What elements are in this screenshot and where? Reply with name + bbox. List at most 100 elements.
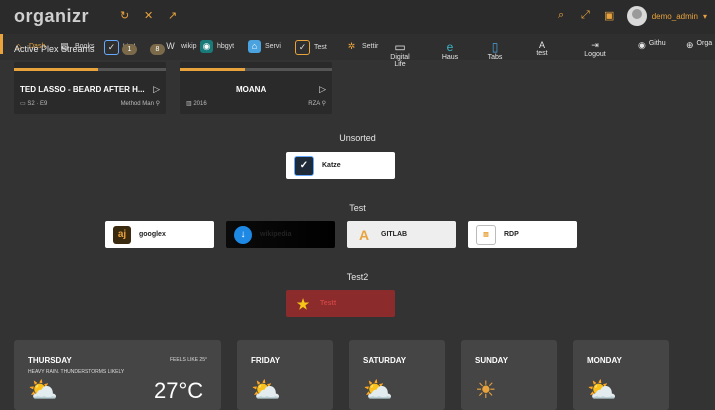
weather-day: MONDAY — [587, 356, 622, 365]
open-new-icon[interactable]: ↗ — [168, 9, 177, 22]
count-badge: 8 — [150, 44, 165, 55]
globe-icon: ⊕ — [686, 40, 694, 50]
tile-testt[interactable]: ★ Testt — [286, 290, 395, 317]
nav-label: Tabs — [487, 54, 503, 61]
vpn-icon: ✓ — [104, 40, 119, 55]
nav-label: test — [536, 50, 548, 57]
nav-tabs[interactable]: ▯ Tabs — [485, 40, 505, 61]
tile-wikipedia[interactable]: ↓ wikipedia — [226, 221, 335, 248]
nav-label: Digital Life — [390, 54, 410, 68]
tab-servi[interactable]: ⌂ Servi — [248, 40, 281, 53]
logout-icon: ⇥ — [591, 40, 599, 50]
nav-orga[interactable]: ⊕ Orga — [686, 40, 715, 51]
tab-label: Test — [314, 44, 327, 51]
tile-label: RDP — [504, 231, 519, 238]
edge-icon: e — [446, 40, 454, 54]
tab-wikip[interactable]: Wwikip — [164, 40, 196, 53]
tab-label: Settir — [362, 43, 379, 50]
stream-title: MOANA — [236, 85, 267, 94]
stream-card[interactable]: TED LASSO - BEARD AFTER H... ▷ ▭ S2 · E9… — [14, 62, 166, 114]
aj-icon: aj — [113, 225, 131, 244]
tab-test[interactable]: ✓ Test — [295, 40, 327, 55]
weather-forecast-day: SATURDAY ⛅ — [349, 340, 445, 410]
weather-day: THURSDAY — [28, 356, 72, 365]
nav-github[interactable]: ◉ Githu — [638, 40, 674, 51]
stream-title: TED LASSO - BEARD AFTER H... — [20, 85, 145, 94]
tile-googlex[interactable]: aj googlex — [105, 221, 214, 248]
tab-label: hbgyt — [217, 43, 235, 50]
tab-label: Servi — [265, 43, 281, 50]
tile-rdp[interactable]: ▨ RDP — [468, 221, 577, 248]
user-menu[interactable]: demo_admin ▾ — [626, 6, 707, 26]
chevron-down-icon: ▾ — [702, 11, 707, 21]
fullscreen-icon[interactable]: ⤢ — [581, 9, 590, 22]
active-tab-indicator — [0, 34, 3, 54]
nav-label: Haus — [441, 54, 459, 61]
group-title: Test — [349, 203, 366, 213]
cloud-sun-icon: ⛅ — [251, 377, 281, 404]
weather-day: FRIDAY — [251, 356, 281, 365]
stream-episode: S2 · E9 — [27, 101, 48, 107]
tile-label: wikipedia — [260, 231, 292, 238]
weather-desc: HEAVY RAIN. THUNDERSTORMS LIKELY — [28, 369, 125, 375]
robot-icon: ◉ — [200, 40, 213, 53]
cloud-sun-icon: ⛅ — [363, 377, 393, 404]
cloud-sun-icon: ⛅ — [587, 377, 617, 404]
gear-icon: ✲ — [347, 41, 356, 51]
nav-label: Logout — [584, 51, 606, 58]
tile-katze[interactable]: ✓ Katze — [286, 152, 395, 179]
letter-a-icon: A — [538, 40, 545, 50]
progress-bar — [180, 68, 246, 71]
play-icon[interactable]: ▷ — [153, 84, 160, 95]
refresh-icon[interactable]: ↻ — [120, 9, 129, 22]
group-title: Unsorted — [339, 133, 376, 143]
weather-forecast-day: MONDAY ⛅ — [573, 340, 669, 410]
top-bar: organizr ↻ ✕ ↗ ⌕ ⤢ ▣ demo_admin ▾ — [0, 0, 715, 34]
weather-forecast-day: SUNDAY ☀ — [461, 340, 557, 410]
username: demo_admin — [651, 11, 698, 21]
vpn-icon: ✓ — [295, 40, 310, 55]
play-icon[interactable]: ▷ — [319, 84, 326, 95]
tab-hbgyt[interactable]: ◉ hbgyt — [200, 40, 234, 53]
letter-a-icon: A — [358, 226, 370, 243]
app-logo[interactable]: organizr — [14, 6, 89, 27]
tile-label: googlex — [139, 231, 166, 238]
tab-settings[interactable]: ✲ Settir — [345, 40, 379, 53]
nav-digital-life[interactable]: ▭ Digital Life — [388, 40, 412, 68]
nav-logout[interactable]: ⇥ Logout — [580, 40, 610, 58]
search-icon[interactable]: ⌕ — [558, 9, 564, 22]
stream-user-name: RZA — [308, 101, 320, 107]
close-icon[interactable]: ✕ — [144, 9, 153, 22]
avatar — [626, 6, 647, 26]
tile-label: Testt — [320, 300, 337, 307]
weather-today: THURSDAY FEELS LIKE 25° HEAVY RAIN. THUN… — [14, 340, 221, 410]
weather-day: SATURDAY — [363, 356, 407, 365]
broken-image-icon: ▨ — [476, 224, 496, 245]
feels-like: FEELS LIKE 25° — [169, 357, 207, 363]
weather-day: SUNDAY — [475, 356, 509, 365]
stream-sub: ▭ S2 · E9 — [20, 100, 47, 107]
stream-user: Method Man ⚲ — [121, 100, 160, 107]
stream-card[interactable]: MOANA ▷ ▥ 2016 RZA ⚲ — [180, 62, 332, 114]
github-icon: ◉ — [638, 40, 646, 50]
stream-year: 2016 — [193, 101, 207, 107]
stream-sub: ▥ 2016 — [186, 100, 207, 107]
weather-forecast-day: FRIDAY ⛅ — [237, 340, 333, 410]
stream-user: RZA ⚲ — [308, 100, 326, 107]
vpn-icon: ✓ — [294, 155, 314, 176]
user-icon: ⚲ — [321, 101, 326, 107]
cloud-sun-icon: ⛅ — [28, 377, 58, 404]
sun-icon: ☀ — [475, 377, 497, 404]
folder-icon[interactable]: ▣ — [604, 9, 614, 22]
nav-haus[interactable]: e Haus — [440, 40, 460, 61]
nav-test[interactable]: Atest — [532, 40, 552, 57]
user-icon: ⚲ — [155, 101, 160, 107]
download-icon: ↓ — [234, 225, 252, 244]
phone-icon: ▯ — [491, 40, 499, 54]
temperature: 27°C — [154, 378, 204, 403]
logo-text: organizr — [14, 6, 90, 26]
wiki-icon: W — [166, 41, 175, 51]
star-icon: ★ — [296, 295, 310, 312]
tile-label: GITLAB — [381, 231, 408, 238]
tile-gitlab[interactable]: A GITLAB — [347, 221, 456, 248]
